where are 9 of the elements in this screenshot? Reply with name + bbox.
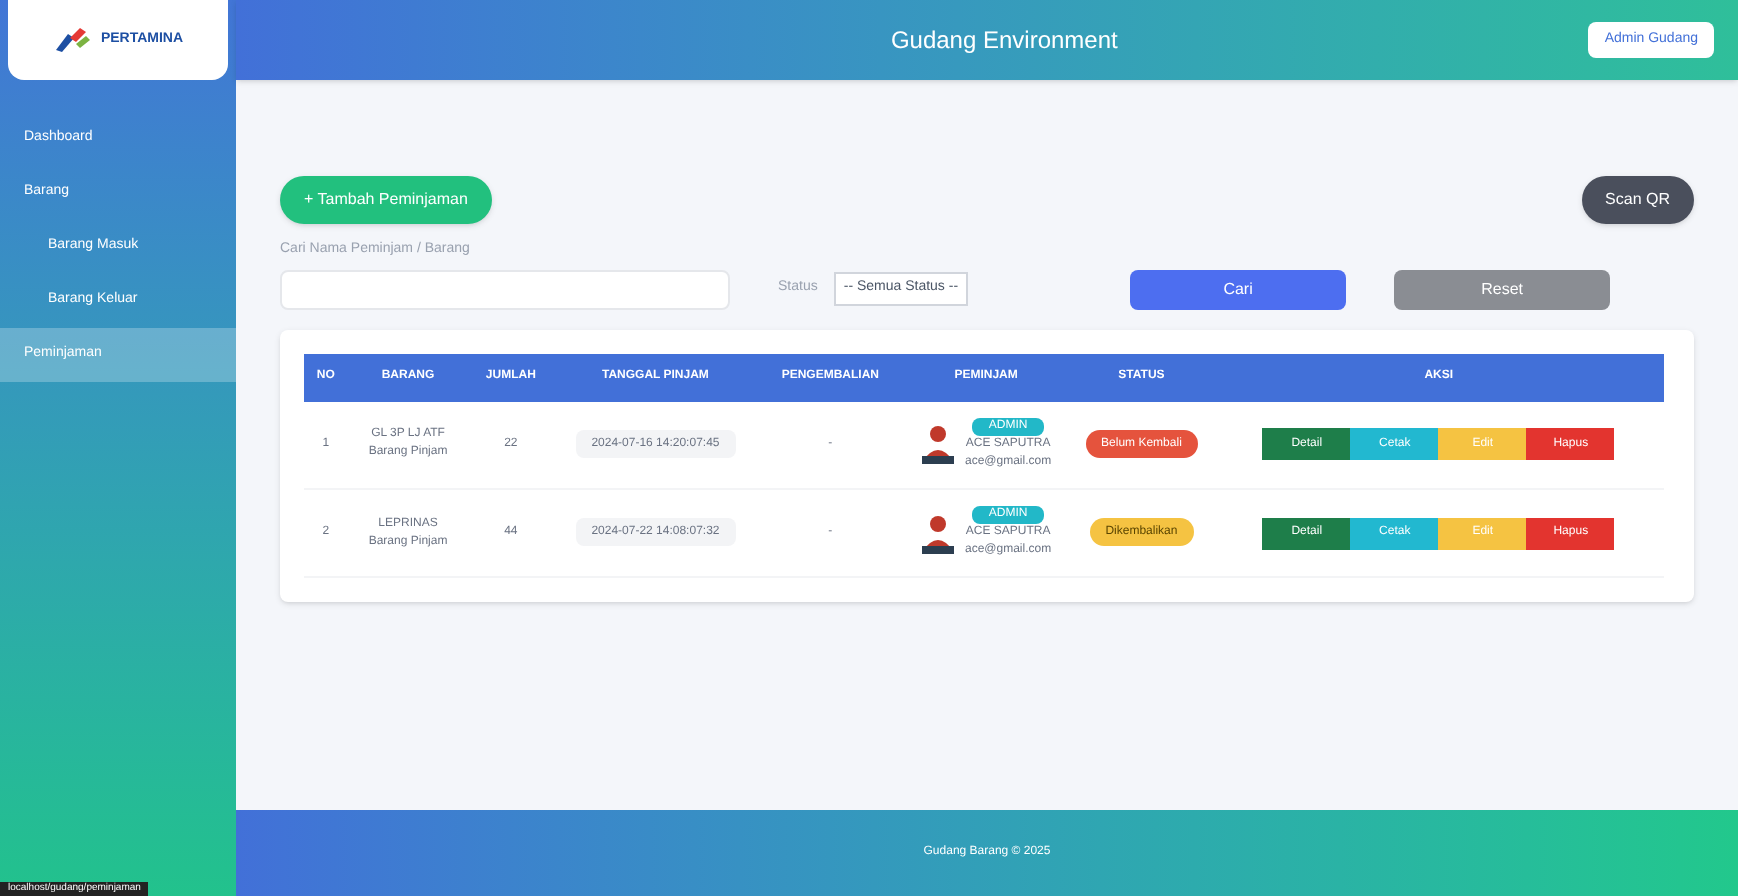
search-field[interactable] xyxy=(280,269,730,309)
search-button[interactable]: Cari xyxy=(1130,269,1347,309)
person-icon xyxy=(920,422,957,467)
reset-button[interactable]: Reset xyxy=(1394,269,1611,309)
page-title: Gudang Environment xyxy=(890,24,1118,58)
person-icon xyxy=(920,511,957,555)
add-loan-button[interactable]: + Tambah Peminjaman xyxy=(280,176,492,224)
logo-icon xyxy=(52,26,93,54)
scan-qr-button[interactable]: Scan QR xyxy=(1581,176,1694,224)
